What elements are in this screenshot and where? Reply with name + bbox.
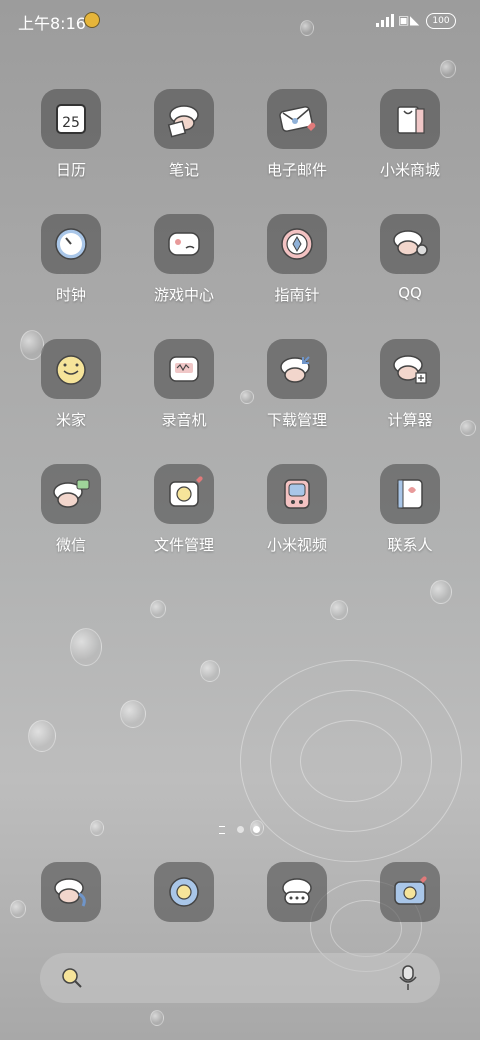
- app-game-center[interactable]: 游戏中心: [129, 214, 239, 324]
- qq-icon: [380, 214, 440, 274]
- browser-icon: [154, 862, 214, 922]
- app-label: 米家: [55, 411, 86, 429]
- app-mijia[interactable]: 米家: [16, 339, 126, 449]
- calendar-day: 25: [62, 115, 80, 131]
- app-contacts[interactable]: 联系人: [355, 464, 465, 574]
- app-label: 游戏中心: [153, 286, 214, 304]
- app-wechat[interactable]: 微信: [16, 464, 126, 574]
- app-mi-store[interactable]: 小米商城: [355, 89, 465, 199]
- app-calculator[interactable]: 计算器: [355, 339, 465, 449]
- notification-icon: ▣: [398, 13, 410, 27]
- app-email[interactable]: 电子邮件: [242, 89, 352, 199]
- clock-icon: [41, 214, 101, 274]
- messages-icon: [267, 862, 327, 922]
- compass-icon: [267, 214, 327, 274]
- status-time: 上午8:16: [18, 14, 86, 33]
- app-label: 时钟: [55, 286, 86, 304]
- mi-store-icon: [380, 89, 440, 149]
- app-file-manager[interactable]: 文件管理: [129, 464, 239, 574]
- app-label: 计算器: [387, 411, 433, 429]
- file-manager-icon: [154, 464, 214, 524]
- app-label: 联系人: [387, 536, 433, 554]
- app-label: 文件管理: [153, 536, 214, 554]
- app-label: 指南针: [274, 286, 320, 304]
- app-label: 笔记: [168, 161, 199, 179]
- app-compass[interactable]: 指南针: [242, 214, 352, 324]
- email-icon: [267, 89, 327, 149]
- wechat-icon: [41, 464, 101, 524]
- app-label: 小米视频: [266, 536, 327, 554]
- battery-icon: 100: [426, 13, 456, 29]
- signal-icon: [376, 13, 398, 27]
- app-label: 录音机: [161, 411, 207, 429]
- page-dot[interactable]: [237, 826, 244, 833]
- search-icon[interactable]: [60, 966, 84, 990]
- app-label: 微信: [55, 536, 86, 554]
- app-label: QQ: [398, 284, 422, 302]
- app-download[interactable]: 下载管理: [242, 339, 352, 449]
- weather-icon: [84, 12, 100, 28]
- app-clock[interactable]: 时钟: [16, 214, 126, 324]
- camera-icon: [380, 862, 440, 922]
- phone-icon: [41, 862, 101, 922]
- contacts-icon: [380, 464, 440, 524]
- page-indicator-menu[interactable]: [219, 826, 225, 834]
- notes-icon: [154, 89, 214, 149]
- app-mi-video[interactable]: 小米视频: [242, 464, 352, 574]
- app-calendar[interactable]: 25 日历: [16, 89, 126, 199]
- wifi-icon: ◣: [410, 13, 420, 27]
- game-center-icon: [154, 214, 214, 274]
- mic-icon[interactable]: [396, 964, 420, 992]
- app-label: 小米商城: [379, 161, 440, 179]
- recorder-icon: [154, 339, 214, 399]
- calendar-icon: 25: [41, 89, 101, 149]
- status-bar: 上午8:16 ▣ ◣ 100: [0, 0, 480, 40]
- page-dot-active[interactable]: [253, 826, 260, 833]
- mi-video-icon: [267, 464, 327, 524]
- app-label: 电子邮件: [266, 161, 327, 179]
- download-icon: [267, 339, 327, 399]
- app-qq[interactable]: QQ: [355, 214, 465, 324]
- app-label: 日历: [55, 161, 86, 179]
- app-recorder[interactable]: 录音机: [129, 339, 239, 449]
- calculator-icon: [380, 339, 440, 399]
- app-label: 下载管理: [266, 411, 327, 429]
- mijia-icon: [41, 339, 101, 399]
- search-bar[interactable]: [40, 953, 440, 1003]
- app-notes[interactable]: 笔记: [129, 89, 239, 199]
